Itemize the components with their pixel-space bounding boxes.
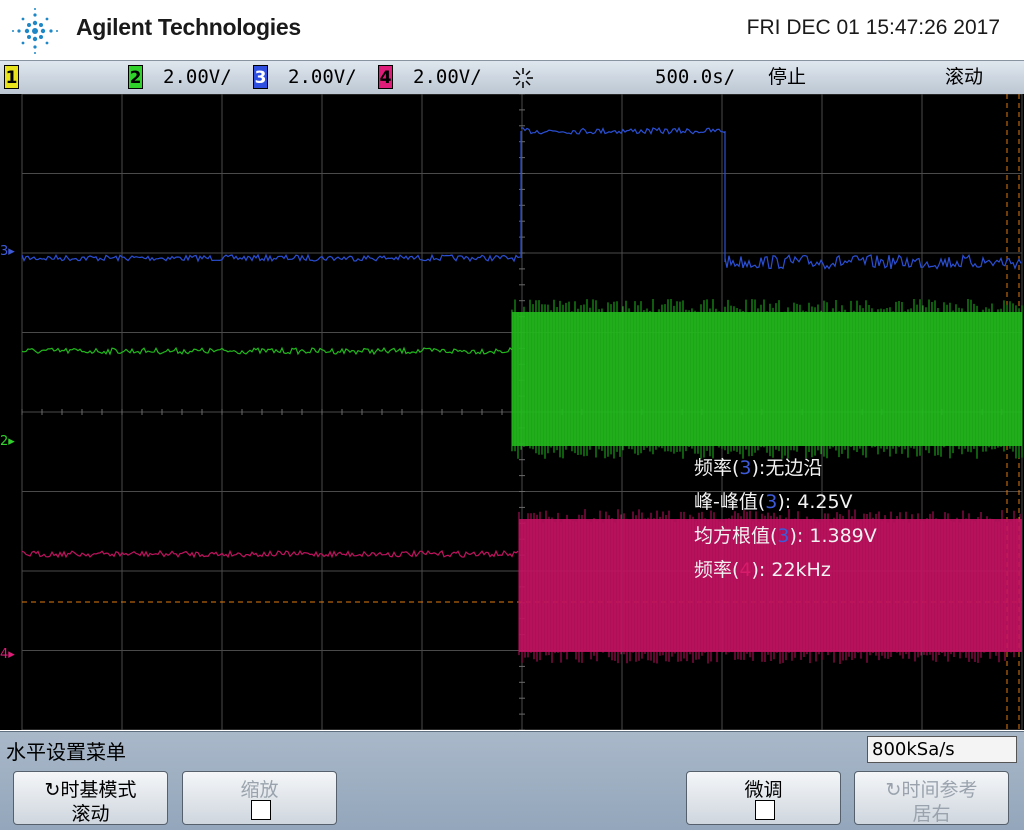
channel-3-trace [21, 253, 521, 263]
agilent-spark-icon [12, 8, 58, 54]
marker-arrow-icon: ▸ [8, 244, 15, 259]
waveform-display[interactable]: 3▸ 2▸ 4▸ 频率(3):无边沿 峰-峰值(3): 4.25V 均方根值(3… [0, 94, 1024, 730]
channel-4-trace [21, 549, 519, 559]
waveform-canvas [21, 94, 1023, 730]
sample-rate-readout: 800kSa/s [867, 736, 1017, 763]
timebase-mode-value: 滚动 [71, 803, 110, 825]
brand-name: Agilent Technologies [76, 14, 301, 40]
rotate-knob-icon: ↻ [885, 779, 902, 801]
marker-arrow-icon: ▸ [8, 434, 15, 449]
channel-4-indicator[interactable]: 4 [378, 65, 393, 89]
measurement-vpp-ch3: 峰-峰值(3): 4.25V [694, 487, 853, 514]
menu-title: 水平设置菜单 [6, 740, 126, 764]
timebase-mode-softkey[interactable]: ↻时基模式 滚动 [13, 771, 168, 825]
marker-arrow-icon: ▸ [8, 647, 15, 662]
measurement-channel: 3 [739, 457, 752, 479]
measurement-freq-ch3: 频率(3):无边沿 [694, 453, 822, 480]
timebase-scale: 500.0s/ [655, 66, 736, 88]
measurement-channel: 3 [777, 525, 790, 547]
channel-2-indicator[interactable]: 2 [128, 65, 143, 89]
time-reference-label: 时间参考 [901, 779, 978, 801]
channel-2-scale: 2.00V/ [163, 66, 232, 88]
softkey-label: ↻时间参考 [855, 775, 1008, 802]
measurement-value: ):无边沿 [751, 457, 823, 479]
zoom-checkbox[interactable] [251, 800, 271, 820]
measurement-label: 频率( [694, 457, 740, 479]
datetime-readout: FRI DEC 01 15:47:26 2017 [746, 16, 1000, 39]
vernier-checkbox[interactable] [755, 800, 775, 820]
title-bar: Agilent Technologies FRI DEC 01 15:47:26… [0, 0, 1024, 60]
measurement-channel: 4 [739, 559, 752, 581]
channel-1-indicator[interactable]: 1 [4, 65, 19, 89]
time-reference-value: 居右 [912, 803, 951, 825]
rotate-knob-icon: ↻ [44, 779, 61, 801]
acquisition-sparkle-icon [513, 68, 533, 88]
measurement-label: 均方根值( [694, 525, 778, 547]
time-reference-softkey[interactable]: ↻时间参考 居右 [854, 771, 1009, 825]
channel-4-ground-marker[interactable]: 4▸ [0, 647, 15, 662]
zoom-softkey[interactable]: 缩放 [182, 771, 337, 825]
measurement-rms-ch3: 均方根值(3): 1.389V [694, 521, 877, 548]
channel-2-trace [21, 346, 513, 356]
channel-2-ground-marker[interactable]: 2▸ [0, 434, 15, 449]
vernier-label: 微调 [744, 779, 783, 801]
measurement-label: 峰-峰值( [694, 491, 766, 513]
measurement-label: 频率( [694, 559, 740, 581]
channel-3-scale: 2.00V/ [288, 66, 357, 88]
measurement-channel: 3 [765, 491, 778, 513]
acquisition-mode: 滚动 [945, 66, 984, 88]
channel-4-scale: 2.00V/ [413, 66, 482, 88]
run-state: 停止 [768, 66, 807, 88]
vernier-softkey[interactable]: 微调 [686, 771, 841, 825]
measurement-value: ): 1.389V [789, 525, 877, 547]
zoom-label: 缩放 [240, 779, 279, 801]
horizontal-menu: 水平设置菜单 800kSa/s ↻时基模式 滚动 缩放 微调 ↻时间参考 居右 [0, 731, 1024, 830]
measurement-value: ): 22kHz [751, 559, 831, 581]
measurement-freq-ch4: 频率(4): 22kHz [694, 555, 831, 582]
channel-3-trace [724, 254, 1022, 270]
channel-3-trace [521, 126, 726, 135]
channel-3-indicator[interactable]: 3 [253, 65, 268, 89]
softkey-label: ↻时基模式 [14, 775, 167, 802]
measurement-value: ): 4.25V [777, 491, 853, 513]
timebase-mode-label: 时基模式 [60, 779, 137, 801]
channel-3-ground-marker[interactable]: 3▸ [0, 244, 15, 259]
channel-status-bar: 1 2 2.00V/ 3 2.00V/ 4 2.00V/ 500.0s/ 停止 … [0, 60, 1024, 95]
